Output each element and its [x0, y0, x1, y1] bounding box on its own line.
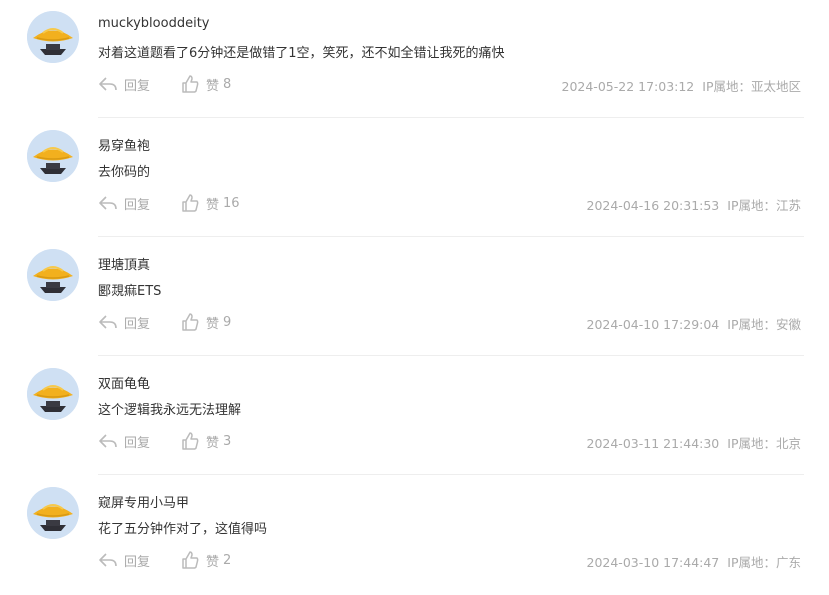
thumbs-up-icon: [182, 551, 199, 569]
username[interactable]: 易穿鱼袍: [98, 135, 150, 154]
thumbs-up-icon: [182, 75, 199, 93]
like-count: 2: [223, 552, 232, 568]
user-avatar[interactable]: [27, 11, 79, 63]
reply-button[interactable]: 回复: [98, 312, 150, 332]
like-button[interactable]: 赞 8: [180, 74, 231, 94]
username[interactable]: 窥屏专用小马甲: [98, 492, 189, 511]
username[interactable]: muckyblooddeity: [98, 16, 209, 31]
thumbs-up-icon: [182, 194, 199, 212]
reply-label: 回复: [124, 435, 151, 451]
reply-label: 回复: [124, 554, 151, 570]
reply-label: 回复: [124, 78, 151, 94]
comment-actions: 回复 赞 9: [98, 312, 231, 332]
comment-text: 对着这道题看了6分钟还是做错了1空，笑死，还不如全错让我死的痛快: [98, 46, 505, 61]
divider: [98, 474, 804, 475]
comment-text: 花了五分钟作对了，这值得吗: [98, 522, 268, 537]
divider: [98, 117, 804, 118]
straw-hat-avatar-icon: [27, 130, 79, 182]
reply-arrow-icon: [99, 434, 117, 448]
divider: [98, 355, 804, 356]
user-avatar[interactable]: [27, 368, 79, 420]
reply-arrow-icon: [99, 77, 117, 91]
like-label: 赞: [206, 435, 220, 451]
comment-item: 双面龟龟 这个逻辑我永远无法理解 回复 赞 3 2024-03-11 21:44…: [0, 357, 829, 476]
comment-text: 郾覝痲ETS: [98, 284, 162, 299]
comment-actions: 回复 赞 8: [98, 74, 231, 94]
comment-actions: 回复 赞 2: [98, 550, 231, 570]
ip-location: IP属地：北京: [727, 436, 801, 451]
reply-button[interactable]: 回复: [98, 193, 150, 213]
ip-location: IP属地：安徽: [727, 317, 801, 332]
reply-arrow-icon: [99, 315, 117, 329]
like-count: 3: [223, 433, 232, 449]
user-avatar[interactable]: [27, 487, 79, 539]
ip-location: IP属地：广东: [727, 555, 801, 570]
thumbs-up-icon: [182, 313, 199, 331]
reply-arrow-icon: [99, 553, 117, 567]
comment-meta: 2024-03-10 17:44:47 IP属地：广东: [587, 552, 802, 571]
ip-location: IP属地：亚太地区: [702, 79, 801, 94]
like-count: 16: [223, 195, 240, 211]
reply-label: 回复: [124, 316, 151, 332]
ip-location: IP属地：江苏: [727, 198, 801, 213]
comment-list: muckyblooddeity 对着这道题看了6分钟还是做错了1空，笑死，还不如…: [0, 0, 829, 595]
reply-label: 回复: [124, 197, 151, 213]
comment-text: 去你码的: [98, 165, 151, 180]
comment-actions: 回复 赞 3: [98, 431, 231, 451]
reply-button[interactable]: 回复: [98, 431, 150, 451]
user-avatar[interactable]: [27, 130, 79, 182]
comment-meta: 2024-04-10 17:29:04 IP属地：安徽: [587, 314, 802, 333]
straw-hat-avatar-icon: [27, 368, 79, 420]
like-button[interactable]: 赞 2: [180, 550, 231, 570]
timestamp: 2024-03-11 21:44:30: [586, 436, 720, 451]
comment-item: 易穿鱼袍 去你码的 回复 赞 16 2024-04-16 20:31:53 IP属…: [0, 119, 829, 238]
like-label: 赞: [206, 554, 220, 570]
reply-button[interactable]: 回复: [98, 550, 150, 570]
timestamp: 2024-04-10 17:29:04: [586, 317, 720, 332]
like-label: 赞: [206, 316, 220, 332]
comment-meta: 2024-03-11 21:44:30 IP属地：北京: [587, 433, 802, 452]
thumbs-up-icon: [182, 432, 199, 450]
timestamp: 2024-05-22 17:03:12: [561, 79, 695, 94]
like-button[interactable]: 赞 9: [180, 312, 231, 332]
like-label: 赞: [206, 197, 220, 213]
timestamp: 2024-03-10 17:44:47: [586, 555, 720, 570]
comment-item: 窥屏专用小马甲 花了五分钟作对了，这值得吗 回复 赞 2 2024-03-10 …: [0, 476, 829, 595]
username[interactable]: 双面龟龟: [98, 373, 150, 392]
like-count: 9: [223, 314, 232, 330]
username[interactable]: 理塘頂真: [98, 254, 150, 273]
reply-arrow-icon: [99, 196, 117, 210]
straw-hat-avatar-icon: [27, 249, 79, 301]
user-avatar[interactable]: [27, 249, 79, 301]
comment-actions: 回复 赞 16: [98, 193, 240, 213]
comment-item: 理塘頂真 郾覝痲ETS 回复 赞 9 2024-04-10 17:29:04 IP…: [0, 238, 829, 357]
comment-meta: 2024-04-16 20:31:53 IP属地：江苏: [587, 195, 802, 214]
comment-meta: 2024-05-22 17:03:12 IP属地：亚太地区: [562, 76, 802, 95]
reply-button[interactable]: 回复: [98, 74, 150, 94]
straw-hat-avatar-icon: [27, 11, 79, 63]
straw-hat-avatar-icon: [27, 487, 79, 539]
comment-item: muckyblooddeity 对着这道题看了6分钟还是做错了1空，笑死，还不如…: [0, 0, 829, 119]
divider: [98, 236, 804, 237]
timestamp: 2024-04-16 20:31:53: [586, 198, 720, 213]
comment-text: 这个逻辑我永远无法理解: [98, 403, 242, 418]
like-count: 8: [223, 76, 232, 92]
like-button[interactable]: 赞 3: [180, 431, 231, 451]
like-button[interactable]: 赞 16: [180, 193, 240, 213]
like-label: 赞: [206, 78, 220, 94]
